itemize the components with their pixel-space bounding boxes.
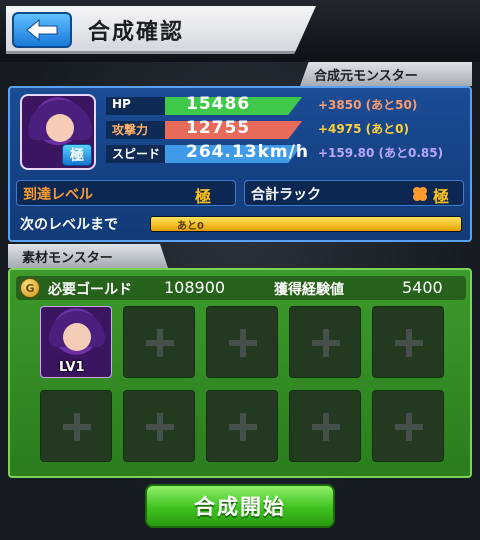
reach-level-value: 極 [195, 187, 212, 206]
plus-icon [229, 329, 257, 357]
material-monster-tag: 素材モンスター [8, 244, 168, 268]
rank-badge: 極 [62, 144, 92, 166]
next-level-row: 次のレベルまで あと0 [20, 212, 464, 236]
portrait-face [46, 114, 74, 142]
source-monster-panel: 極 HP 15486 +3850 (あと50) 攻撃力 12755 +4975 … [8, 86, 472, 242]
material-slot-empty[interactable] [123, 306, 195, 378]
gold-value: 108900 [164, 278, 226, 297]
plus-icon [229, 413, 257, 441]
material-slot-empty[interactable] [289, 306, 361, 378]
material-slot-empty[interactable] [372, 306, 444, 378]
page-title: 合成確認 [88, 20, 185, 45]
material-portrait-face [63, 323, 91, 351]
stat-row-hp: HP 15486 +3850 (あと50) [106, 94, 470, 116]
material-slot-empty[interactable] [206, 390, 278, 462]
stat-value: 264.13km/h [186, 142, 309, 162]
material-slot-empty[interactable] [206, 306, 278, 378]
material-slot-empty[interactable] [372, 390, 444, 462]
plus-icon [395, 413, 423, 441]
reach-level-label: 到達レベル [23, 187, 93, 203]
stat-row-attack: 攻撃力 12755 +4975 (あと0) [106, 118, 470, 140]
gold-exp-row: G 必要ゴールド 108900 獲得経験値 5400 [16, 276, 466, 300]
total-luck-label: 合計ラック [251, 187, 321, 203]
stat-label: 攻撃力 [112, 123, 149, 137]
gold-label: 必要ゴールド [48, 282, 132, 298]
exp-label: 獲得経験値 [274, 282, 344, 298]
material-monster-panel: G 必要ゴールド 108900 獲得経験値 5400 LV1 [8, 268, 472, 478]
plus-icon [312, 413, 340, 441]
gold-coin-icon: G [20, 278, 40, 298]
plus-icon [146, 329, 174, 357]
plus-icon [312, 329, 340, 357]
source-monster-tag: 合成元モンスター [300, 62, 472, 86]
back-arrow-icon [26, 19, 58, 41]
stat-value: 15486 [186, 94, 251, 114]
material-slot-empty[interactable] [40, 390, 112, 462]
material-slot-empty[interactable] [289, 390, 361, 462]
reach-level-box: 到達レベル 極 [16, 180, 236, 206]
next-level-label: 次のレベルまで [20, 217, 118, 233]
exp-bar: あと0 [150, 216, 462, 232]
screen: 合成確認 合成元モンスター 極 HP 15486 +3850 (あと50) 攻撃… [0, 0, 480, 540]
back-button[interactable] [12, 12, 72, 48]
start-fusion-button[interactable]: 合成開始 [145, 484, 335, 528]
material-slot-filled[interactable]: LV1 [40, 306, 112, 378]
stat-value: 12755 [186, 118, 251, 138]
stat-gain: +3850 (あと50) [318, 98, 418, 112]
exp-value: 5400 [402, 278, 443, 297]
plus-icon [146, 413, 174, 441]
clover-icon [413, 187, 427, 201]
stat-gain: +4975 (あと0) [318, 122, 409, 136]
exp-remaining: あと0 [177, 221, 204, 232]
stat-row-speed: スピード 264.13km/h +159.80 (あと0.85) [106, 142, 470, 164]
material-level: LV1 [59, 360, 85, 375]
plus-icon [395, 329, 423, 357]
total-luck-value: 極 [433, 187, 450, 206]
stat-gain: +159.80 (あと0.85) [318, 146, 444, 160]
material-slot-empty[interactable] [123, 390, 195, 462]
stat-label: スピード [112, 147, 161, 161]
stat-label: HP [112, 97, 131, 111]
plus-icon [63, 413, 91, 441]
source-monster-portrait[interactable]: 極 [20, 94, 96, 170]
total-luck-box: 合計ラック 極 [244, 180, 464, 206]
